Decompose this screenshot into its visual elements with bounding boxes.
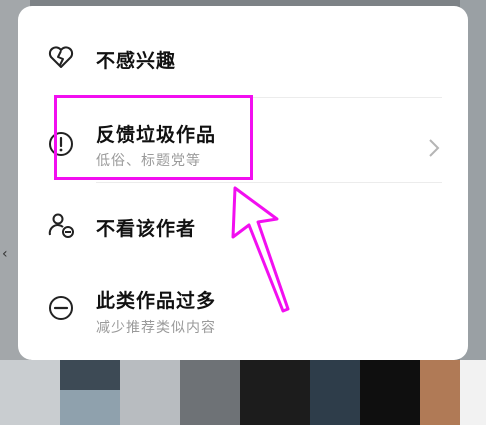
menu-item-subtitle: 减少推荐类似内容 [96, 320, 216, 336]
back-chevron-icon: ‹ [2, 246, 8, 262]
menu-item-title: 不感兴趣 [96, 50, 177, 72]
pointer-arrow-icon [231, 186, 290, 313]
menu-item-title: 此类作品过多 [96, 290, 217, 312]
broken-heart-icon [46, 42, 76, 72]
menu-item-not-interested[interactable]: 不感兴趣 [18, 38, 468, 78]
chevron-right-icon [426, 136, 442, 160]
menu-item-title: 不看该作者 [96, 218, 197, 240]
highlight-box [54, 95, 253, 180]
minus-circle-icon [46, 293, 76, 323]
user-minus-icon [46, 210, 76, 240]
divider [96, 182, 442, 183]
